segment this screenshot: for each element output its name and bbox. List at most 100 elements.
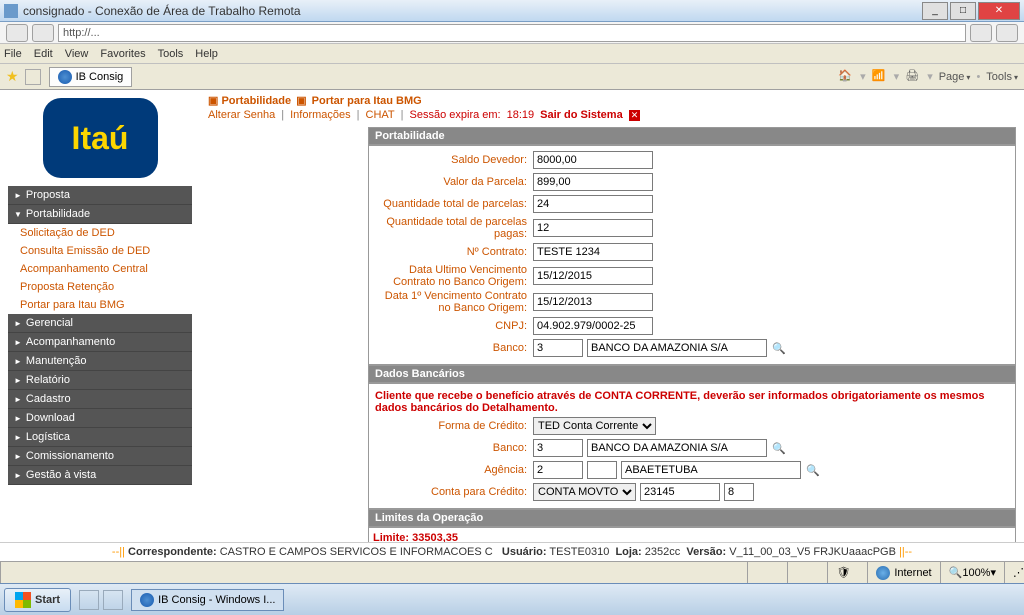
quick-launch-ie-icon[interactable] xyxy=(79,590,99,610)
link-chat[interactable]: CHAT xyxy=(366,109,395,121)
tools-menu[interactable]: Tools xyxy=(986,71,1018,83)
close-button[interactable]: ✕ xyxy=(978,2,1020,20)
label-forma-credito: Forma de Crédito: xyxy=(373,420,533,432)
sidebar-item-gestao[interactable]: ►Gestão à vista xyxy=(8,466,192,485)
refresh-button[interactable] xyxy=(970,24,992,42)
select-conta-tipo[interactable]: CONTA MOVTO xyxy=(533,483,636,501)
label-data-1-venc: Data 1º Vencimento Contrato no Banco Ori… xyxy=(373,290,533,314)
sidebar-item-download[interactable]: ►Download xyxy=(8,409,192,428)
input-qtd-parcelas[interactable] xyxy=(533,195,653,213)
label-qtd-parcelas: Quantidade total de parcelas: xyxy=(373,198,533,210)
input-data-ult-venc[interactable] xyxy=(533,267,653,285)
ie-icon xyxy=(140,593,154,607)
zone-label: Internet xyxy=(894,567,931,579)
left-column: Itaú ►Proposta ▼Portabilidade Solicitaçã… xyxy=(0,90,200,542)
input-cnpj[interactable] xyxy=(533,317,653,335)
address-bar: http://... xyxy=(0,22,1024,44)
lookup-banco2-icon[interactable]: 🔍 xyxy=(771,440,787,456)
sidebar-item-gerencial[interactable]: ►Gerencial xyxy=(8,314,192,333)
label-saldo-devedor: Saldo Devedor: xyxy=(373,154,533,166)
input-agencia-nome[interactable] xyxy=(621,461,801,479)
lookup-agencia-icon[interactable]: 🔍 xyxy=(805,462,821,478)
right-column: ▣ Portabilidade ▣ Portar para Itau BMG A… xyxy=(200,90,1024,542)
home-icon[interactable]: 🏠 xyxy=(838,69,854,85)
forward-button[interactable] xyxy=(32,24,54,42)
input-ncontrato[interactable] xyxy=(533,243,653,261)
sidebar-item-acompanhamento[interactable]: ►Acompanhamento xyxy=(8,333,192,352)
label-banco: Banco: xyxy=(373,342,533,354)
security-icon: 🛡 xyxy=(827,562,867,583)
browser-tab[interactable]: IB Consig xyxy=(49,67,133,87)
logout-icon[interactable]: ✕ xyxy=(629,110,641,121)
warning-text: Cliente que recebe o benefício através d… xyxy=(373,388,1011,416)
page-menu[interactable]: Page xyxy=(939,71,971,83)
section-head-portabilidade: Portabilidade xyxy=(368,127,1016,145)
subnav: Alterar Senha| Informações| CHAT| Sessão… xyxy=(208,109,1016,121)
input-valor-parcela[interactable] xyxy=(533,173,653,191)
input-saldo-devedor[interactable] xyxy=(533,151,653,169)
sidebar-item-logistica[interactable]: ►Logística xyxy=(8,428,192,447)
zoom-control[interactable]: 🔍 100% ▾ xyxy=(940,562,1004,583)
sidebar-item-cadastro[interactable]: ►Cadastro xyxy=(8,390,192,409)
menu-tools[interactable]: Tools xyxy=(158,48,184,60)
input-qtd-parcelas-pagas[interactable] xyxy=(533,219,653,237)
sidebar-item-manutencao[interactable]: ►Manutenção xyxy=(8,352,192,371)
sidebar-sub-proposta-retencao[interactable]: Proposta Retenção xyxy=(8,278,192,296)
taskbar-task-ibconsig[interactable]: IB Consig - Windows I... xyxy=(131,589,284,611)
add-favorite-icon[interactable] xyxy=(25,69,41,85)
section-head-dados: Dados Bancários xyxy=(368,365,1016,383)
menu-edit[interactable]: Edit xyxy=(34,48,53,60)
link-informacoes[interactable]: Informações xyxy=(290,109,351,121)
print-icon[interactable]: 🖨 xyxy=(905,69,921,85)
minimize-button[interactable]: _ xyxy=(922,2,948,20)
menu-file[interactable]: File xyxy=(4,48,22,60)
back-button[interactable] xyxy=(6,24,28,42)
label-data-ult-venc: Data Ultimo Vencimento Contrato no Banco… xyxy=(373,264,533,288)
label-agencia: Agência: xyxy=(373,464,533,476)
section-body-dados: Cliente que recebe o benefício através d… xyxy=(368,383,1016,509)
quick-launch-desktop-icon[interactable] xyxy=(103,590,123,610)
sidebar-sub-portar-itau-bmg[interactable]: Portar para Itau BMG xyxy=(8,296,192,314)
input-banco-nome[interactable] xyxy=(587,339,767,357)
input-conta-n[interactable] xyxy=(640,483,720,501)
start-button[interactable]: Start xyxy=(4,588,71,612)
url-field[interactable]: http://... xyxy=(58,24,966,42)
menu-favorites[interactable]: Favorites xyxy=(100,48,145,60)
internet-zone-icon xyxy=(876,566,890,580)
menu-view[interactable]: View xyxy=(65,48,89,60)
sidebar-sub-acompanhamento[interactable]: Acompanhamento Central xyxy=(8,260,192,278)
input-agencia-code[interactable] xyxy=(533,461,583,479)
input-banco2-nome[interactable] xyxy=(587,439,767,457)
label-qtd-parcelas-pagas: Quantidade total de parcelas pagas: xyxy=(373,216,533,240)
page-content: Itaú ►Proposta ▼Portabilidade Solicitaçã… xyxy=(0,90,1024,542)
lookup-banco-icon[interactable]: 🔍 xyxy=(771,340,787,356)
resize-grip[interactable]: ⋰ xyxy=(1004,562,1024,583)
link-alterar-senha[interactable]: Alterar Senha xyxy=(208,109,275,121)
sidebar-item-proposta[interactable]: ►Proposta xyxy=(8,186,192,205)
itau-logo: Itaú xyxy=(43,98,158,178)
maximize-button[interactable]: □ xyxy=(950,2,976,20)
menu-help[interactable]: Help xyxy=(195,48,218,60)
sidebar-sub-consulta-ded[interactable]: Consulta Emissão de DED xyxy=(8,242,192,260)
windows-taskbar: Start IB Consig - Windows I... xyxy=(0,583,1024,615)
input-agencia-dv[interactable] xyxy=(587,461,617,479)
input-banco2-code[interactable] xyxy=(533,439,583,457)
input-conta-dv[interactable] xyxy=(724,483,754,501)
select-forma-credito[interactable]: TED Conta Corrente xyxy=(533,417,656,435)
label-conta-credito: Conta para Crédito: xyxy=(373,486,533,498)
sidebar-item-relatorio[interactable]: ►Relatório xyxy=(8,371,192,390)
sidebar-item-comissionamento[interactable]: ►Comissionamento xyxy=(8,447,192,466)
sidebar-item-portabilidade[interactable]: ▼Portabilidade xyxy=(8,205,192,224)
feeds-icon[interactable]: 📶 xyxy=(872,69,888,85)
input-banco-code[interactable] xyxy=(533,339,583,357)
breadcrumb: ▣ Portabilidade ▣ Portar para Itau BMG xyxy=(208,94,1016,107)
input-data-1-venc[interactable] xyxy=(533,293,653,311)
favorites-star-icon[interactable]: ★ xyxy=(6,68,19,85)
rdp-icon xyxy=(4,4,18,18)
section-head-limites: Limites da Operação xyxy=(368,509,1016,527)
label-ncontrato: Nº Contrato: xyxy=(373,246,533,258)
stop-button[interactable] xyxy=(996,24,1018,42)
sidebar-sub-solicitacao-ded[interactable]: Solicitação de DED xyxy=(8,224,192,242)
session-countdown: 18:19 xyxy=(507,109,535,121)
link-sair[interactable]: Sair do Sistema xyxy=(540,109,623,121)
